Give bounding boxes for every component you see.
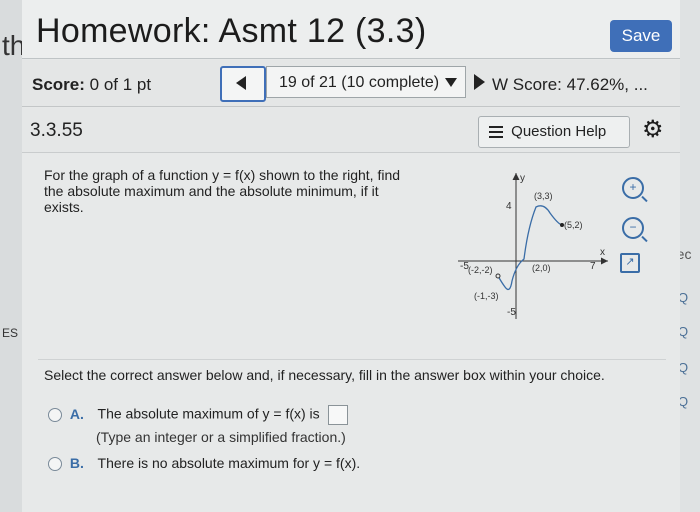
hw-score: W Score: 47.62%, ... [492,75,648,94]
y-tick-label: -5 [507,307,516,318]
background-text-fragment: ES [2,326,19,340]
answer-instruction: Select the correct answer below and, if … [44,367,605,383]
option-letter: B. [69,455,84,471]
question-help-label: Question Help [511,123,607,140]
function-graph: y x 4 -5 -5 7 (3,3) (5,2) (2,0) (-2,-2) … [458,173,608,319]
option-letter: A. [69,405,84,422]
score-display: Score: 0 of 1 pt [32,75,151,95]
divider [38,359,666,360]
score-label: Score: [32,75,85,94]
next-question-button[interactable] [474,74,485,90]
option-b-text: There is no absolute maximum for y = f(x… [97,455,361,471]
point-label: (3,3) [534,191,553,201]
page-title: Homework: Asmt 12 (3.3) [36,12,427,50]
question-selector-dropdown[interactable]: 19 of 21 (10 complete) [266,66,466,98]
save-button[interactable]: Save [610,20,672,52]
function-curve [497,205,563,291]
answer-input-box[interactable] [327,405,348,425]
homework-panel: Homework: Asmt 12 (3.3) Save Score: 0 of… [22,0,680,512]
y-tick-label: 4 [506,201,512,212]
gear-icon[interactable]: ⚙ [642,118,664,142]
homework-header: Homework: Asmt 12 (3.3) Save [22,0,680,59]
x-axis-label: x [600,247,605,258]
option-a-hint: (Type an integer or a simplified fractio… [96,429,346,445]
option-a[interactable]: A. The absolute maximum of y = f(x) is [48,405,348,425]
popout-icon[interactable]: ↗ [620,253,640,273]
zoom-in-icon[interactable]: + [622,177,644,199]
question-content: For the graph of a function y = f(x) sho… [22,153,680,512]
radio-option-a[interactable] [48,408,62,422]
previous-question-button[interactable] [220,66,266,102]
score-value: 0 of 1 pt [89,75,152,94]
question-prompt: For the graph of a function y = f(x) sho… [44,167,401,215]
point-label: (2,0) [532,263,551,273]
score-bar: Score: 0 of 1 pt 19 of 21 (10 complete) … [22,60,680,107]
chevron-left-icon [236,76,246,90]
x-axis-arrow [601,257,608,265]
point-label: (-1,-3) [474,291,499,301]
y-axis-arrow [512,173,520,180]
point-label: (5,2) [564,220,583,230]
question-toolbar: 3.3.55 Question Help ⚙ [22,108,680,153]
point-label: (-2,-2) [468,265,493,275]
zoom-out-icon[interactable]: − [622,217,644,239]
x-tick-label: 7 [590,261,596,272]
option-a-text: The absolute maximum of y = f(x) is [97,405,320,422]
open-endpoint [495,273,501,279]
y-axis-label: y [520,173,525,184]
question-help-button[interactable]: Question Help [478,116,630,148]
option-b[interactable]: B. There is no absolute maximum for y = … [48,455,361,472]
question-number: 3.3.55 [30,120,83,141]
question-progress-label: 19 of 21 (10 complete) [279,74,440,91]
list-icon [489,126,503,139]
caret-down-icon [445,78,458,88]
radio-option-b[interactable] [48,457,62,472]
